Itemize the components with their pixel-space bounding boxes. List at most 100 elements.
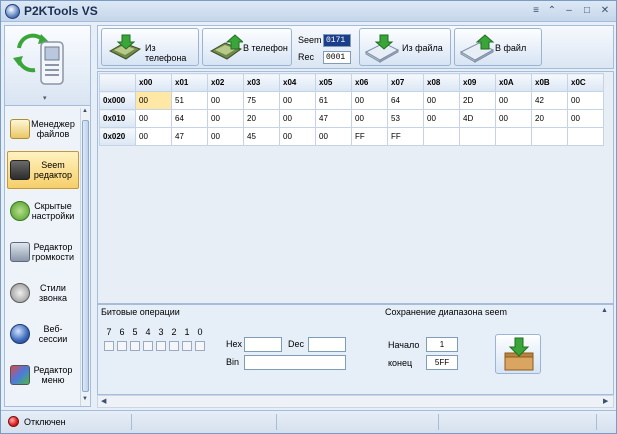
row-header: 0x010 — [99, 109, 136, 128]
to-phone-button[interactable]: В телефон — [202, 28, 292, 66]
hex-cell[interactable]: 53 — [387, 109, 424, 128]
nav-list: Менеджер файлов Seem редактор Скрытые на… — [5, 108, 79, 406]
bit-ops-title: Битовые операции — [101, 307, 180, 317]
hex-cell[interactable] — [531, 127, 568, 146]
start-input[interactable]: 1 — [426, 337, 458, 352]
hex-cell[interactable]: 00 — [567, 109, 604, 128]
scrollbar-thumb[interactable] — [82, 120, 89, 392]
hex-cell[interactable]: 00 — [351, 91, 388, 110]
collapse-up-icon[interactable]: ⌃ — [546, 5, 558, 17]
hex-cell[interactable]: 64 — [387, 91, 424, 110]
hex-cell[interactable]: 00 — [279, 127, 316, 146]
sidebar-scrollbar[interactable]: ▲ ▼ — [80, 108, 90, 406]
nav-item-seem-editor[interactable]: Seem редактор — [7, 151, 79, 189]
nav-item-hidden-settings[interactable]: Скрытые настройки — [7, 192, 79, 230]
seem-field[interactable]: 0171 — [323, 34, 351, 47]
bottom-panel: Битовые операции Сохранение диапазона se… — [97, 304, 614, 395]
hex-input[interactable] — [244, 337, 282, 352]
nav-item-menu-editor[interactable]: Редактор меню — [7, 356, 79, 394]
hex-cell[interactable]: 00 — [423, 109, 460, 128]
column-header: x02 — [207, 73, 244, 92]
hex-cell[interactable]: 00 — [495, 109, 532, 128]
hex-cell[interactable]: 00 — [135, 127, 172, 146]
hex-cell[interactable]: 51 — [171, 91, 208, 110]
hex-cell[interactable]: 42 — [531, 91, 568, 110]
bit-checkbox[interactable] — [130, 341, 140, 351]
nav-item-ring-styles[interactable]: Стили звонка — [7, 274, 79, 312]
rec-field[interactable]: 0001 — [323, 51, 351, 64]
hex-cell[interactable]: 00 — [135, 91, 172, 110]
hex-cell[interactable]: 20 — [243, 109, 280, 128]
status-divider — [596, 414, 597, 430]
nav-item-web-sessions[interactable]: Веб-сессии — [7, 315, 79, 353]
minimize-button[interactable]: – — [563, 5, 575, 17]
hex-cell[interactable]: 45 — [243, 127, 280, 146]
bit-number: 1 — [184, 327, 190, 337]
bin-input[interactable] — [244, 355, 346, 370]
phone-panel: ▾ — [5, 26, 90, 106]
collapse-panel-icon[interactable]: ▲ — [601, 307, 608, 314]
scroll-right-icon[interactable]: ▶ — [603, 397, 608, 405]
nav-item-label: Стили звонка — [39, 283, 67, 303]
volume-editor-icon — [10, 242, 30, 262]
hex-cell[interactable] — [459, 127, 496, 146]
hex-cell[interactable]: FF — [387, 127, 424, 146]
bit-number: 6 — [119, 327, 125, 337]
scroll-up-icon[interactable]: ▲ — [82, 108, 88, 114]
save-range-button[interactable] — [495, 334, 541, 374]
hex-cell[interactable]: FF — [351, 127, 388, 146]
hex-cell[interactable]: 00 — [135, 109, 172, 128]
hex-cell[interactable]: 61 — [315, 91, 352, 110]
hex-cell[interactable]: 00 — [567, 91, 604, 110]
dec-input[interactable] — [308, 337, 346, 352]
nav-item-volume-editor[interactable]: Редактор громкости — [7, 233, 79, 271]
grid-hscrollbar[interactable]: ◀ ▶ — [97, 395, 614, 408]
hex-cell[interactable]: 00 — [315, 127, 352, 146]
to-file-button[interactable]: В файл — [454, 28, 542, 66]
column-header: x06 — [351, 73, 388, 92]
options-icon[interactable]: ≡ — [530, 5, 542, 17]
rec-label: Rec — [298, 52, 315, 62]
hex-cell[interactable]: 00 — [207, 127, 244, 146]
from-phone-button[interactable]: Из телефона — [101, 28, 199, 66]
hex-cell[interactable]: 64 — [171, 109, 208, 128]
scroll-down-icon[interactable]: ▼ — [82, 396, 88, 402]
hex-grid[interactable]: x00 x01 x02 x03 x04 x05 x06 x07 x08 x09 x0A x0B x0C … — [97, 71, 614, 304]
hex-cell[interactable]: 00 — [279, 109, 316, 128]
bit-checkbox[interactable] — [182, 341, 192, 351]
hex-cell[interactable]: 00 — [207, 109, 244, 128]
hex-cell[interactable]: 4D — [459, 109, 496, 128]
collapse-arrow-icon[interactable]: ▾ — [43, 94, 47, 102]
bit-checkbox[interactable] — [169, 341, 179, 351]
nav-item-label: Seem редактор — [33, 160, 73, 180]
bit-checkbox[interactable] — [195, 341, 205, 351]
hex-cell[interactable]: 00 — [207, 91, 244, 110]
grid-corner — [99, 73, 136, 92]
status-divider — [131, 414, 132, 430]
bit-checkbox[interactable] — [143, 341, 153, 351]
hex-cell[interactable]: 00 — [495, 91, 532, 110]
hex-cell[interactable]: 00 — [423, 91, 460, 110]
from-file-button[interactable]: Из файла — [359, 28, 451, 66]
hex-cell[interactable]: 75 — [243, 91, 280, 110]
hex-cell[interactable] — [567, 127, 604, 146]
hex-cell[interactable]: 20 — [531, 109, 568, 128]
hex-cell[interactable]: 2D — [459, 91, 496, 110]
from-phone-label: Из телефона — [145, 43, 187, 63]
bit-checkbox[interactable] — [104, 341, 114, 351]
hex-cell[interactable] — [423, 127, 460, 146]
scroll-left-icon[interactable]: ◀ — [101, 397, 106, 405]
close-button[interactable]: ✕ — [599, 5, 611, 17]
hex-cell[interactable]: 47 — [171, 127, 208, 146]
bit-checkbox[interactable] — [117, 341, 127, 351]
hex-cell[interactable]: 00 — [279, 91, 316, 110]
hex-cell[interactable]: 47 — [315, 109, 352, 128]
maximize-button[interactable]: □ — [581, 5, 593, 17]
hex-cell[interactable] — [495, 127, 532, 146]
hidden-settings-icon — [10, 201, 30, 221]
nav-item-file-manager[interactable]: Менеджер файлов — [7, 110, 79, 148]
hex-cell[interactable]: 00 — [351, 109, 388, 128]
connection-status-icon — [8, 416, 19, 427]
end-input[interactable]: 5FF — [426, 355, 458, 370]
bit-checkbox[interactable] — [156, 341, 166, 351]
